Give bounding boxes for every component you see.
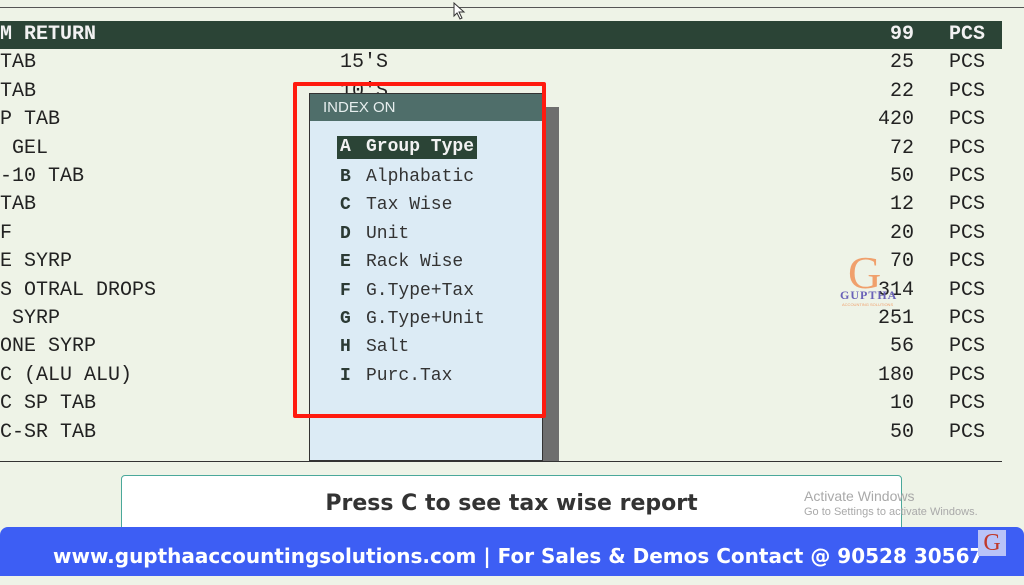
item-name: E SYRP: [0, 250, 73, 274]
item-unit: PCS: [948, 278, 985, 302]
item-quantity: 99: [889, 23, 914, 46]
activate-subtitle: Go to Settings to activate Windows.: [804, 506, 978, 518]
mouse-cursor-icon: [453, 2, 466, 20]
activate-title: Activate Windows: [804, 488, 915, 504]
item-quantity: 10: [889, 392, 914, 416]
item-unit: PCS: [948, 23, 985, 46]
item-unit: PCS: [948, 392, 985, 416]
item-name: C-SR TAB: [0, 420, 97, 444]
item-name: F: [0, 221, 13, 245]
item-name: C (ALU ALU): [0, 363, 133, 387]
item-name: TAB: [0, 51, 37, 75]
item-unit: PCS: [948, 51, 985, 75]
item-quantity: 420: [877, 108, 914, 132]
item-unit: PCS: [948, 221, 985, 245]
item-unit: PCS: [948, 193, 985, 217]
item-unit: PCS: [948, 363, 985, 387]
item-unit: PCS: [948, 108, 985, 132]
guptha-watermark-logo: G GUPTHA ACCOUNTING SOLUTIONS: [838, 247, 906, 312]
logo-brand: GUPTHA: [840, 288, 898, 302]
item-quantity: 12: [889, 193, 914, 217]
item-name: C SP TAB: [0, 392, 97, 416]
item-name: SYRP: [0, 307, 61, 330]
item-unit: PCS: [948, 79, 985, 103]
item-quantity: 50: [889, 420, 914, 444]
item-unit: PCS: [948, 136, 985, 160]
tutorial-caption: Press C to see tax wise report: [121, 475, 902, 532]
item-quantity: 72: [889, 136, 914, 160]
item-name: GEL: [0, 136, 49, 160]
red-highlight-annotation: [293, 82, 546, 418]
logo-subtitle: ACCOUNTING SOLUTIONS: [842, 302, 894, 307]
item-unit: PCS: [948, 250, 985, 274]
item-unit: PCS: [948, 335, 985, 359]
item-name: ONE SYRP: [0, 335, 97, 359]
list-row[interactable]: M RETURN 99 PCS: [0, 21, 1002, 49]
item-pack: 15'S: [340, 51, 389, 75]
activate-windows-watermark: Activate Windows Go to Settings to activ…: [804, 488, 978, 518]
item-unit: PCS: [948, 420, 985, 444]
item-name: TAB: [0, 79, 37, 103]
item-quantity: 180: [877, 363, 914, 387]
item-name: M RETURN: [0, 23, 97, 46]
item-quantity: 25: [889, 51, 914, 75]
list-row[interactable]: TAB 15'S 25 PCS: [0, 49, 1002, 77]
item-quantity: 56: [889, 335, 914, 359]
item-unit: PCS: [948, 307, 985, 330]
footer-banner: www.gupthaaccountingsolutions.com | For …: [0, 527, 1024, 576]
item-name: TAB: [0, 193, 37, 217]
item-name: -10 TAB: [0, 165, 85, 188]
item-quantity: 50: [889, 165, 914, 188]
item-name: P TAB: [0, 108, 61, 132]
window-top-border: [0, 7, 1024, 8]
item-quantity: 20: [889, 221, 914, 245]
footer-logo-icon: G: [978, 530, 1006, 556]
item-quantity: 22: [889, 79, 914, 103]
item-name: S OTRAL DROPS: [0, 278, 157, 302]
item-unit: PCS: [948, 165, 985, 188]
